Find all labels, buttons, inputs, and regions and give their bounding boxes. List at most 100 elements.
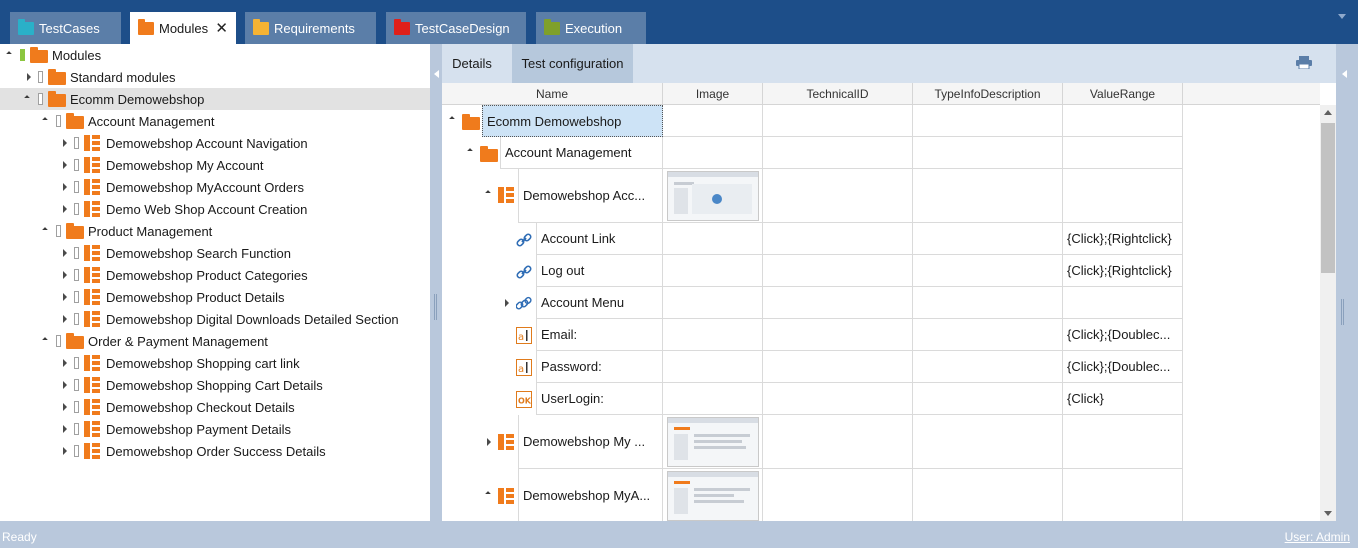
- name-cell[interactable]: UserLogin:: [536, 383, 663, 415]
- column-header-typeinfodescription[interactable]: TypeInfoDescription: [913, 83, 1063, 105]
- expand-right-icon[interactable]: [63, 315, 67, 323]
- name-cell[interactable]: Ecomm Demowebshop: [482, 105, 663, 137]
- tree-item-module[interactable]: Demowebshop My Account: [0, 154, 430, 176]
- tree-item-module[interactable]: Demowebshop Product Categories: [0, 264, 430, 286]
- name-cell[interactable]: Demowebshop MyA...: [518, 469, 663, 521]
- checkbox[interactable]: [74, 269, 79, 281]
- checkbox[interactable]: [56, 225, 61, 237]
- checkbox[interactable]: [56, 115, 61, 127]
- valuerange-cell[interactable]: {Click};{Doublec...: [1063, 351, 1183, 383]
- name-cell[interactable]: Account Link: [536, 223, 663, 255]
- expand-down-icon[interactable]: [485, 190, 491, 196]
- expand-right-icon[interactable]: [63, 249, 67, 257]
- collapse-left-icon[interactable]: [1342, 70, 1347, 78]
- tree-item-order-payment-management[interactable]: Order & Payment Management: [0, 330, 430, 352]
- tab-execution[interactable]: Execution: [536, 12, 646, 44]
- tree-item-module[interactable]: Demowebshop Shopping cart link: [0, 352, 430, 374]
- splitter-grip[interactable]: [434, 294, 437, 320]
- print-icon[interactable]: [1296, 56, 1312, 69]
- expand-down-icon[interactable]: [42, 117, 48, 123]
- valuerange-cell[interactable]: {Click};{Doublec...: [1063, 319, 1183, 351]
- expand-down-icon[interactable]: [467, 148, 473, 154]
- tree-item-module[interactable]: Demowebshop Digital Downloads Detailed S…: [0, 308, 430, 330]
- checkbox[interactable]: [74, 423, 79, 435]
- expand-right-icon[interactable]: [63, 403, 67, 411]
- checkbox[interactable]: [74, 247, 79, 259]
- scroll-up-icon[interactable]: [1324, 110, 1332, 115]
- expand-right-icon[interactable]: [63, 425, 67, 433]
- tab-testcasedesign[interactable]: TestCaseDesign: [386, 12, 526, 44]
- expand-down-icon[interactable]: [449, 116, 455, 122]
- scroll-down-icon[interactable]: [1324, 511, 1332, 516]
- name-cell[interactable]: Demowebshop Acc...: [518, 169, 663, 223]
- screenshot-thumbnail[interactable]: [667, 171, 759, 221]
- valuerange-cell[interactable]: {Click}: [1063, 383, 1183, 415]
- tree-item-product-management[interactable]: Product Management: [0, 220, 430, 242]
- tree-item-module[interactable]: Demowebshop MyAccount Orders: [0, 176, 430, 198]
- expand-down-icon[interactable]: [42, 337, 48, 343]
- tree-item-module[interactable]: Demowebshop Payment Details: [0, 418, 430, 440]
- expand-down-icon[interactable]: [24, 95, 30, 101]
- expand-right-icon[interactable]: [63, 139, 67, 147]
- checkbox[interactable]: [74, 181, 79, 193]
- expand-right-icon[interactable]: [487, 438, 491, 446]
- expand-right-icon[interactable]: [63, 205, 67, 213]
- expand-right-icon[interactable]: [63, 293, 67, 301]
- name-cell[interactable]: Demowebshop My ...: [518, 415, 663, 469]
- checkbox[interactable]: [74, 159, 79, 171]
- column-header-name[interactable]: Name: [442, 83, 663, 105]
- tree-item-module[interactable]: Demowebshop Account Navigation: [0, 132, 430, 154]
- expand-right-icon[interactable]: [63, 183, 67, 191]
- checkbox[interactable]: [74, 401, 79, 413]
- expand-down-icon[interactable]: [42, 227, 48, 233]
- expand-down-icon[interactable]: [485, 491, 491, 497]
- checkbox[interactable]: [74, 137, 79, 149]
- tree-item-ecomm-demowebshop[interactable]: Ecomm Demowebshop: [0, 88, 430, 110]
- tab-modules[interactable]: Modules ✕: [130, 12, 236, 44]
- grid-vertical-scrollbar[interactable]: [1320, 105, 1336, 521]
- name-cell[interactable]: Email:: [536, 319, 663, 351]
- expand-right-icon[interactable]: [505, 299, 509, 307]
- scroll-thumb[interactable]: [1321, 123, 1335, 273]
- name-cell[interactable]: Log out: [536, 255, 663, 287]
- name-cell[interactable]: Account Management: [500, 137, 663, 169]
- expand-right-icon[interactable]: [63, 359, 67, 367]
- expand-right-icon[interactable]: [63, 161, 67, 169]
- column-header-technicalid[interactable]: TechnicalID: [763, 83, 913, 105]
- tab-details[interactable]: Details: [442, 44, 502, 83]
- right-pane-splitter[interactable]: [1336, 44, 1358, 521]
- tree-item-module[interactable]: Demowebshop Product Details: [0, 286, 430, 308]
- checkbox[interactable]: [74, 445, 79, 457]
- tab-requirements[interactable]: Requirements: [245, 12, 376, 44]
- checkbox[interactable]: [56, 335, 61, 347]
- tree-item-module[interactable]: Demowebshop Order Success Details: [0, 440, 430, 462]
- screenshot-thumbnail[interactable]: [667, 471, 759, 521]
- tree-item-module[interactable]: Demowebshop Search Function: [0, 242, 430, 264]
- name-cell[interactable]: Password:: [536, 351, 663, 383]
- checkbox[interactable]: [74, 357, 79, 369]
- column-header-image[interactable]: Image: [663, 83, 763, 105]
- checkbox[interactable]: [20, 49, 25, 61]
- checkbox[interactable]: [74, 313, 79, 325]
- column-header-valuerange[interactable]: ValueRange: [1063, 83, 1183, 105]
- valuerange-cell[interactable]: {Click};{Rightclick}: [1063, 255, 1183, 287]
- expand-right-icon[interactable]: [63, 381, 67, 389]
- tab-test-configuration[interactable]: Test configuration: [512, 44, 633, 83]
- checkbox[interactable]: [74, 291, 79, 303]
- expand-right-icon[interactable]: [27, 73, 31, 81]
- checkbox[interactable]: [38, 93, 43, 105]
- tree-root[interactable]: Modules: [0, 44, 430, 66]
- tab-testcases[interactable]: TestCases: [10, 12, 121, 44]
- tree-item-module[interactable]: Demowebshop Shopping Cart Details: [0, 374, 430, 396]
- expand-down-icon[interactable]: [6, 51, 12, 57]
- user-link[interactable]: User: Admin: [1285, 530, 1350, 544]
- screenshot-thumbnail[interactable]: [667, 417, 759, 467]
- tree-item-module[interactable]: Demo Web Shop Account Creation: [0, 198, 430, 220]
- expand-right-icon[interactable]: [63, 271, 67, 279]
- pane-splitter[interactable]: [430, 44, 442, 521]
- expand-right-icon[interactable]: [63, 447, 67, 455]
- checkbox[interactable]: [38, 71, 43, 83]
- splitter-grip[interactable]: [1341, 299, 1344, 325]
- tab-overflow-icon[interactable]: [1338, 14, 1346, 19]
- checkbox[interactable]: [74, 203, 79, 215]
